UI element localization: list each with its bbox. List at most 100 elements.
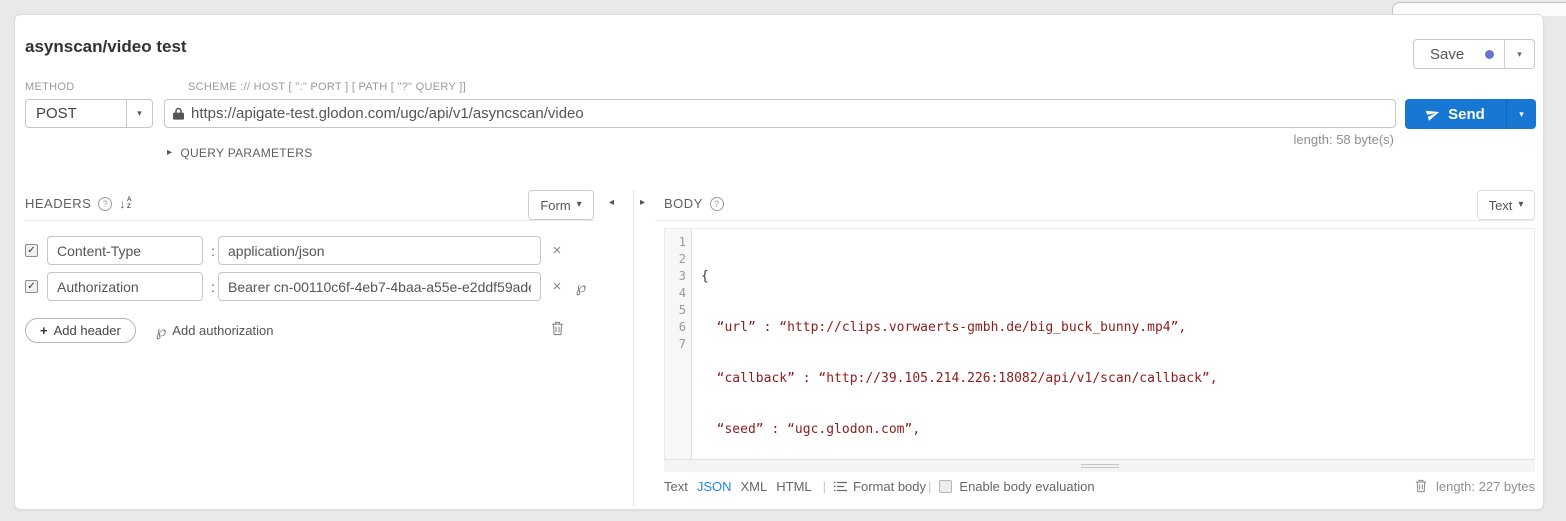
line-number: 6 xyxy=(665,319,686,336)
code-line: “seed” : “ugc.glodon.com”, xyxy=(701,421,1534,438)
headers-mode-value: Form xyxy=(540,198,570,213)
page-title: asynscan/video test xyxy=(25,37,187,57)
send-button-label: Send xyxy=(1448,106,1485,123)
code-line: “callback” : “http://39.105.214.226:1808… xyxy=(701,370,1534,387)
body-title: BODY xyxy=(664,196,703,211)
collapse-right-icon[interactable]: ▸ xyxy=(640,197,645,208)
plus-icon: + xyxy=(40,323,48,338)
scheme-label: SCHEME :// HOST [ ":" PORT ] [ PATH [ "?… xyxy=(188,81,466,93)
url-input-wrap xyxy=(164,99,1396,128)
headers-mode-select[interactable]: Form ▾ xyxy=(528,190,594,220)
editor-resize-strip xyxy=(664,459,1535,472)
query-parameters-label: QUERY PARAMETERS xyxy=(180,146,312,160)
request-card: asynscan/video test Save ▾ METHOD SCHEME… xyxy=(14,14,1544,510)
header-enabled-checkbox[interactable]: ✓ xyxy=(25,280,38,293)
header-row: ✓ : × xyxy=(25,236,38,265)
send-button-group: Send ▾ xyxy=(1405,99,1536,129)
chevron-down-icon: ▾ xyxy=(577,200,582,210)
chevron-down-icon: ▾ xyxy=(1517,49,1522,60)
line-number: 1 xyxy=(665,234,686,251)
add-header-label: Add header xyxy=(54,323,121,338)
format-text-link[interactable]: Text xyxy=(664,479,688,494)
chevron-down-icon: ▾ xyxy=(126,100,152,127)
key-icon[interactable]: ℘ xyxy=(573,278,589,296)
save-button[interactable]: Save xyxy=(1414,40,1504,68)
format-json-link[interactable]: JSON xyxy=(697,479,732,494)
url-length-text: length: 58 byte(s) xyxy=(1294,132,1394,147)
add-header-button[interactable]: + Add header xyxy=(25,318,136,343)
save-dropdown-button[interactable]: ▾ xyxy=(1504,40,1534,68)
method-select[interactable]: POST ▾ xyxy=(25,99,153,128)
save-button-label: Save xyxy=(1430,46,1464,63)
code-line: { xyxy=(701,268,1534,285)
header-value-input[interactable] xyxy=(218,236,541,265)
divider: | xyxy=(928,479,931,494)
format-html-link[interactable]: HTML xyxy=(776,479,811,494)
trash-icon[interactable] xyxy=(551,321,564,336)
line-number: 2 xyxy=(665,251,686,268)
format-xml-link[interactable]: XML xyxy=(741,479,768,494)
url-input[interactable] xyxy=(191,105,1387,122)
body-footer: Text JSON XML HTML | Format body | Enabl… xyxy=(664,477,1535,495)
format-body-button[interactable]: Format body xyxy=(834,479,926,494)
help-icon[interactable]: ? xyxy=(710,197,724,211)
add-authorization-label: Add authorization xyxy=(172,323,273,338)
close-icon[interactable]: × xyxy=(549,242,565,259)
headers-title: HEADERS xyxy=(25,196,91,211)
body-mode-select[interactable]: Text ▾ xyxy=(1477,190,1535,220)
help-icon[interactable]: ? xyxy=(98,197,112,211)
save-button-group: Save ▾ xyxy=(1413,39,1535,69)
enable-body-evaluation-label: Enable body evaluation xyxy=(959,479,1094,494)
header-name-input[interactable] xyxy=(47,236,203,265)
editor-code: { “url” : “http://clips.vorwaerts-gmbh.d… xyxy=(692,229,1534,459)
headers-actions-row: + Add header ℘ Add authorization xyxy=(25,318,595,343)
header-colon: : xyxy=(209,279,217,295)
send-button[interactable]: Send xyxy=(1405,99,1506,129)
editor-gutter: 1 2 3 4 5 6 7 xyxy=(665,229,692,459)
format-body-label: Format body xyxy=(853,479,926,494)
headers-divider xyxy=(25,220,595,221)
header-row: ✓ : × ℘ xyxy=(25,272,38,301)
headers-title-row: HEADERS ? ↓ A Z xyxy=(25,196,132,211)
trash-icon[interactable] xyxy=(1415,479,1427,493)
caret-right-icon: ▸ xyxy=(167,148,172,158)
line-number: 4 xyxy=(665,285,686,302)
enable-body-evaluation-toggle[interactable]: Enable body evaluation xyxy=(939,479,1094,494)
body-mode-value: Text xyxy=(1489,198,1513,213)
close-icon[interactable]: × xyxy=(549,278,565,295)
panel-splitter[interactable] xyxy=(633,190,634,506)
send-dropdown-button[interactable]: ▾ xyxy=(1506,99,1536,129)
api-tester-page: asynscan/video test Save ▾ METHOD SCHEME… xyxy=(0,0,1566,521)
chevron-down-icon: ▾ xyxy=(1519,109,1524,120)
header-colon: : xyxy=(209,243,217,259)
line-number: 5 xyxy=(665,302,686,319)
header-value-input[interactable] xyxy=(218,272,541,301)
unsaved-indicator-dot xyxy=(1485,50,1494,59)
body-divider xyxy=(655,220,1535,221)
body-title-row: BODY ? xyxy=(664,196,724,211)
sort-az-icon[interactable]: ↓ A Z xyxy=(119,197,132,211)
method-select-value: POST xyxy=(26,100,126,127)
checkbox-unchecked-icon xyxy=(939,480,952,493)
chevron-down-icon: ▾ xyxy=(1518,200,1523,210)
paper-plane-icon xyxy=(1424,105,1442,123)
header-name-input[interactable] xyxy=(47,272,203,301)
resize-handle[interactable] xyxy=(1081,464,1119,468)
body-editor[interactable]: 1 2 3 4 5 6 7 { “url” : “http://clips.vo… xyxy=(664,228,1535,459)
method-label: METHOD xyxy=(25,81,74,93)
format-lines-icon xyxy=(834,481,847,492)
code-line: “url” : “http://clips.vorwaerts-gmbh.de/… xyxy=(701,319,1534,336)
query-parameters-toggle[interactable]: ▸ QUERY PARAMETERS xyxy=(167,146,313,160)
body-length-text: length: 227 bytes xyxy=(1436,479,1535,494)
body-footer-right: length: 227 bytes xyxy=(1415,479,1535,494)
key-icon: ℘ xyxy=(156,322,166,340)
collapse-left-icon[interactable]: ◂ xyxy=(609,197,614,208)
divider: | xyxy=(823,479,826,494)
body-panel: BODY ? Text ▾ 1 2 3 4 5 6 7 { xyxy=(655,190,1535,510)
lock-icon xyxy=(173,107,184,120)
add-authorization-button[interactable]: ℘ Add authorization xyxy=(156,322,274,340)
line-number: 7 xyxy=(665,336,686,353)
headers-panel: HEADERS ? ↓ A Z Form ▾ ✓ : xyxy=(25,190,595,506)
line-number: 3 xyxy=(665,268,686,285)
header-enabled-checkbox[interactable]: ✓ xyxy=(25,244,38,257)
